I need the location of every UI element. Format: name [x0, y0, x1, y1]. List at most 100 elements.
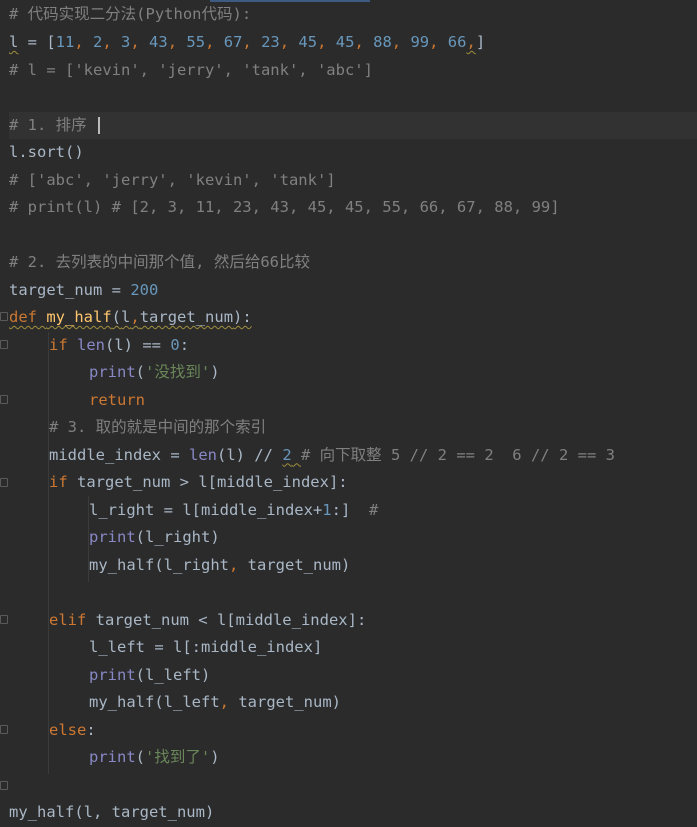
colon: :: [179, 335, 190, 354]
comment: # 2. 去列表的中间那个值, 然后给66比较: [9, 253, 310, 271]
code-line-10[interactable]: # 2. 去列表的中间那个值, 然后给66比较: [9, 249, 697, 277]
variable-l: l: [9, 33, 19, 51]
code: l_right = l[middle_index+: [89, 500, 323, 519]
fold-toggle-icon[interactable]: [0, 395, 8, 404]
comment: # 代码实现二分法(Python代码):: [9, 5, 252, 23]
comment: # print(l) # [2, 3, 11, 23, 43, 45, 45, …: [9, 198, 560, 216]
comma: ,: [219, 693, 229, 711]
builtin: print: [89, 665, 136, 684]
comma: ,: [228, 555, 239, 574]
code-line-26[interactable]: my_half(l_left, target_num): [9, 689, 697, 717]
comment: # ['abc', 'jerry', 'kevin', 'tank']: [9, 170, 336, 189]
code: (l_left): [135, 665, 211, 684]
list-number: 66: [447, 33, 467, 51]
keyword: else: [49, 720, 87, 739]
list-number: 23: [261, 33, 280, 51]
code-line-15[interactable]: return: [9, 387, 697, 415]
code-editor[interactable]: # 代码实现二分法(Python代码): l = [11, 2, 3, 43, …: [0, 0, 697, 821]
editor-gutter: [0, 0, 9, 811]
number: 1: [322, 500, 332, 519]
code-line-25[interactable]: print(l_left): [9, 662, 697, 690]
builtin: print: [89, 528, 136, 546]
list-separator: ,: [205, 33, 224, 51]
paren: (: [135, 748, 146, 766]
operator: =: [102, 280, 131, 299]
code-line-30[interactable]: my_half(l, target_num): [9, 799, 697, 827]
code-line-6[interactable]: l.sort(): [9, 139, 697, 167]
code-line-17[interactable]: middle_index = len(l) // 2 # 向下取整 5 // 2…: [9, 442, 697, 470]
code: (l) ==: [105, 335, 171, 354]
code-line-19[interactable]: l_right = l[middle_index+1:] #: [9, 497, 697, 525]
code-line-8[interactable]: # print(l) # [2, 3, 11, 23, 43, 45, 45, …: [9, 194, 697, 222]
list-separator: ,: [317, 33, 336, 51]
code-line-28[interactable]: print('找到了'): [9, 744, 697, 772]
list-separator: ,: [74, 33, 94, 51]
builtin: len: [188, 445, 217, 464]
string: '没找到': [145, 363, 211, 381]
fold-toggle-icon[interactable]: [0, 781, 8, 790]
paren: ): [210, 363, 220, 381]
code: my_half(l_left: [89, 693, 220, 711]
paren: (: [111, 308, 122, 326]
code-line-3[interactable]: # l = ['kevin', 'jerry', 'tank', 'abc']: [9, 57, 697, 85]
list-number: 43: [149, 33, 168, 51]
comment: # 1. 排序: [9, 115, 96, 134]
code: middle_index =: [49, 445, 189, 464]
code-line-1[interactable]: # 代码实现二分法(Python代码):: [9, 1, 697, 29]
code-line-20[interactable]: print(l_right): [9, 524, 697, 552]
code-line-14[interactable]: print('没找到'): [9, 359, 697, 387]
builtin: print: [89, 748, 136, 766]
function-name: my_half: [46, 308, 112, 326]
fold-toggle-icon[interactable]: [0, 340, 8, 349]
keyword: if: [49, 473, 68, 491]
list-number: 45: [298, 33, 318, 51]
param: target_num: [139, 308, 234, 326]
code: l_left = l[:middle_index]: [89, 638, 323, 656]
fold-toggle-icon[interactable]: [0, 478, 8, 487]
string: '找到了': [145, 748, 211, 766]
text-caret: [98, 116, 100, 134]
code-line-12[interactable]: def my_half(l,target_num):: [9, 304, 697, 332]
list-number: 2: [93, 33, 103, 51]
keyword: def: [9, 308, 37, 326]
code-line-2[interactable]: l = [11, 2, 3, 43, 55, 67, 23, 45, 45, 8…: [9, 29, 697, 57]
code: target_num < l[middle_index]:: [86, 610, 367, 629]
operator: = [: [18, 33, 56, 51]
list-number: 67: [223, 33, 243, 51]
list-number: 55: [186, 33, 206, 51]
number: 200: [130, 280, 159, 299]
code-line-18[interactable]: if target_num > l[middle_index]:: [9, 469, 697, 497]
code-line-24[interactable]: l_left = l[:middle_index]: [9, 634, 697, 662]
code-line-11[interactable]: target_num = 200: [9, 277, 697, 305]
list-number: 45: [335, 33, 355, 51]
code-line-16[interactable]: # 3. 取的就是中间的那个索引: [9, 414, 697, 442]
list-number: 3: [121, 33, 131, 51]
param: l: [121, 308, 131, 326]
code-line-21[interactable]: my_half(l_right, target_num): [9, 552, 697, 580]
code-line-5[interactable]: # 1. 排序: [9, 111, 697, 139]
fold-toggle-icon[interactable]: [0, 725, 8, 734]
fold-toggle-icon[interactable]: [0, 312, 8, 321]
list-separator: ,: [242, 33, 262, 51]
builtin: len: [77, 335, 106, 354]
code-line-23[interactable]: elif target_num < l[middle_index]:: [9, 607, 697, 635]
builtin: print: [89, 363, 136, 381]
paren: ): [210, 748, 220, 766]
code-line-27[interactable]: else:: [9, 717, 697, 745]
code-line-7[interactable]: # ['abc', 'jerry', 'kevin', 'tank']: [9, 167, 697, 195]
paren: (: [135, 363, 146, 381]
paren: ):: [233, 308, 252, 326]
trailing-comma: ,: [466, 33, 476, 51]
list-number: 88: [373, 33, 392, 51]
comment: #: [368, 500, 379, 519]
code-line-13[interactable]: if len(l) == 0:: [9, 332, 697, 360]
code: target_num): [238, 555, 351, 574]
comment: # l = ['kevin', 'jerry', 'tank', 'abc']: [9, 60, 373, 79]
list-number: 11: [55, 33, 75, 51]
keyword: return: [89, 390, 145, 409]
code: my_half(l_right: [89, 555, 229, 574]
code: l.sort(): [9, 143, 84, 161]
list-separator: ,: [429, 33, 448, 51]
code: my_half(l, target_num): [9, 803, 215, 821]
fold-toggle-icon[interactable]: [0, 615, 8, 624]
